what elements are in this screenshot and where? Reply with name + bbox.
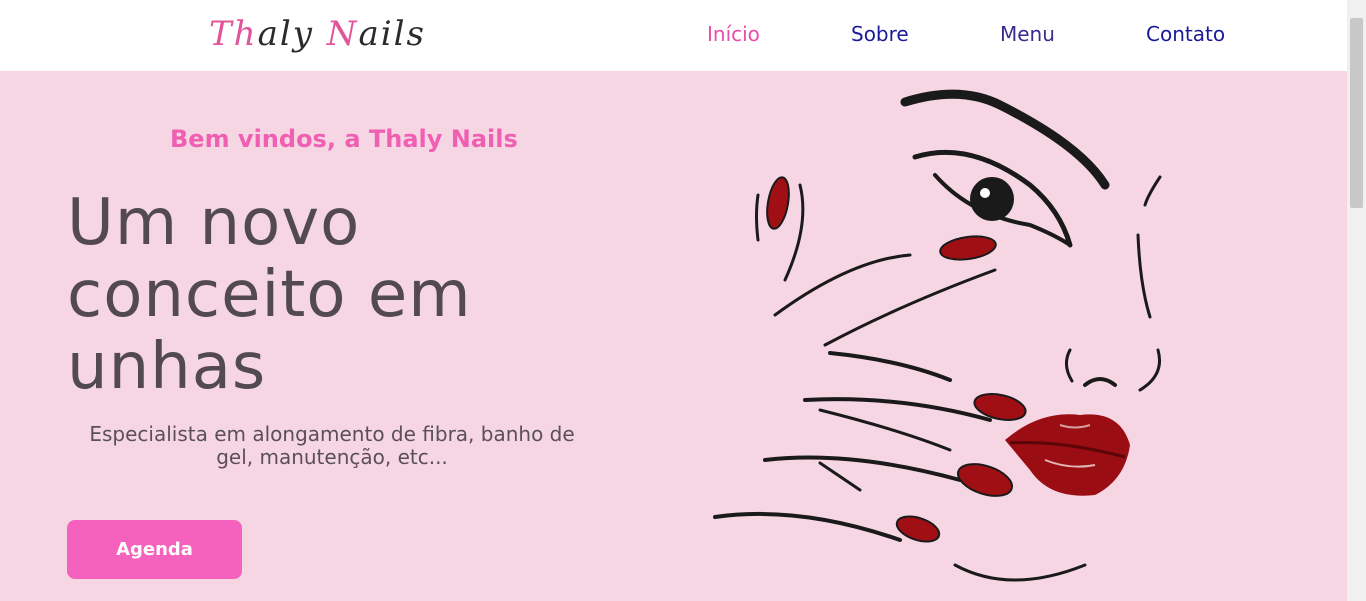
- logo[interactable]: Thaly Nails: [205, 8, 424, 60]
- nails-face-illustration: [713, 89, 1162, 582]
- nav-link-inicio[interactable]: Início: [707, 20, 760, 48]
- hero-subtitle: Especialista em alongamento de fibra, ba…: [89, 422, 575, 469]
- logo-part-3: N: [326, 14, 359, 54]
- logo-text: Thaly Nails: [209, 14, 426, 54]
- logo-part-4: ails: [358, 14, 426, 54]
- site-header: Thaly Nails Início Sobre Menu Contato: [0, 0, 1347, 71]
- page-scrollbar[interactable]: [1347, 0, 1366, 601]
- nav-link-contato[interactable]: Contato: [1146, 20, 1225, 48]
- nav-link-menu[interactable]: Menu: [1000, 20, 1055, 48]
- logo-part-1: Th: [209, 14, 258, 54]
- agenda-button[interactable]: Agenda: [67, 520, 242, 579]
- welcome-text: Bem vindos, a Thaly Nails: [170, 125, 518, 153]
- hero-section: Bem vindos, a Thaly Nails Um novo concei…: [0, 71, 1347, 601]
- scrollbar-thumb[interactable]: [1350, 18, 1363, 208]
- logo-part-2: aly: [257, 14, 327, 54]
- nav-link-sobre[interactable]: Sobre: [851, 20, 909, 48]
- hero-headline: Um novo conceito em unhas: [67, 186, 472, 404]
